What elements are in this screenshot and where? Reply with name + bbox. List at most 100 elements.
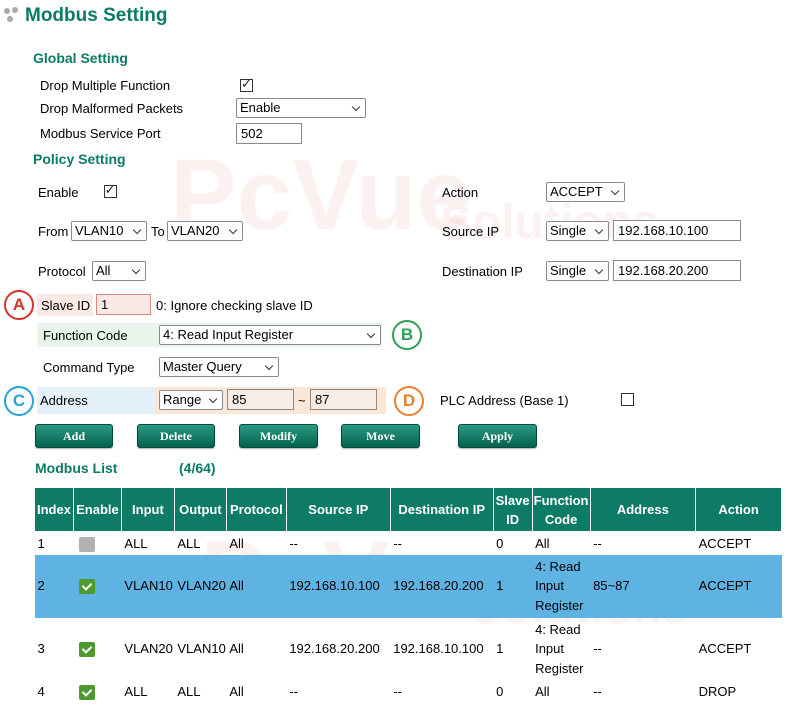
plc-address-checkbox[interactable]	[621, 393, 635, 406]
address-from-input[interactable]: 85	[227, 389, 294, 410]
cell-enable[interactable]	[73, 532, 121, 555]
column-header[interactable]: Address	[589, 487, 697, 532]
cell-output: ALL	[177, 535, 201, 551]
cell-action: ACCEPT	[698, 535, 752, 551]
cell-output: VLAN20	[174, 554, 227, 618]
table-row[interactable]: 1 ALL ALL All -- -- 0 All -- ACCEPT	[35, 532, 782, 555]
column-header[interactable]: Source IP	[285, 487, 391, 532]
action-label: Action	[442, 185, 479, 200]
source-ip-label: Source IP	[442, 224, 500, 239]
drop-malformed-label: Drop Malformed Packets	[40, 101, 184, 116]
cell-address: 85~87	[590, 554, 696, 618]
cell-action: DROP	[698, 684, 737, 700]
cell-source-ip: 192.168.10.100	[286, 554, 391, 618]
cell-protocol: All	[229, 535, 244, 551]
source-ip-mode-select[interactable]: Single	[546, 221, 609, 241]
column-header[interactable]: Function Code	[531, 487, 591, 532]
slave-id-hint: 0: Ignore checking slave ID	[156, 298, 313, 313]
drop-malformed-select[interactable]: Enable	[236, 98, 366, 118]
cell-output: ALL	[177, 684, 201, 700]
dots-icon	[4, 7, 22, 25]
cell-destination-ip: 192.168.20.200	[390, 554, 494, 618]
column-header[interactable]: Index	[34, 487, 74, 532]
destination-ip-label: Destination IP	[442, 264, 523, 279]
cell-slave-id: 0	[496, 684, 504, 700]
service-port-input[interactable]: 502	[236, 123, 302, 144]
column-header[interactable]: Enable	[72, 487, 122, 532]
slave-id-input[interactable]: 1	[96, 294, 151, 315]
cell-destination-ip: 192.168.10.100	[393, 641, 484, 657]
cell-function-code: 4: Read Input Register	[535, 621, 584, 676]
slave-id-label: Slave ID	[41, 298, 91, 313]
add-button[interactable]: Add	[35, 424, 113, 448]
cell-index: 1	[37, 535, 45, 551]
global-setting-heading: Global Setting	[33, 50, 128, 66]
checked-checkbox-icon[interactable]	[79, 579, 96, 595]
checked-checkbox-icon[interactable]	[79, 685, 96, 701]
page-title: Modbus Setting	[25, 5, 168, 26]
enable-checkbox[interactable]	[103, 182, 117, 198]
cell-slave-id: 0	[496, 535, 504, 551]
cell-destination-ip: --	[393, 535, 402, 551]
checked-checkbox-icon[interactable]	[79, 642, 96, 658]
cell-enable[interactable]	[73, 554, 122, 618]
destination-ip-input[interactable]: 192.168.20.200	[613, 260, 741, 281]
to-select[interactable]: VLAN20	[167, 221, 243, 241]
modbus-list-count: (4/64)	[179, 460, 216, 476]
address-label: Address	[40, 393, 88, 408]
cell-address: --	[593, 641, 602, 657]
cell-action: ACCEPT	[695, 554, 782, 618]
drop-multiple-function-checkbox[interactable]	[240, 76, 253, 92]
action-select[interactable]: ACCEPT	[546, 182, 625, 202]
badge-b: B	[392, 320, 422, 350]
column-header[interactable]: Input	[120, 487, 175, 532]
apply-button[interactable]: Apply	[458, 424, 537, 448]
command-type-label: Command Type	[43, 360, 135, 375]
to-label: To	[151, 224, 165, 239]
cell-input: VLAN20	[124, 641, 173, 657]
plc-address-label: PLC Address (Base 1)	[440, 393, 569, 408]
from-select[interactable]: VLAN10	[71, 221, 147, 241]
cell-source-ip: --	[289, 684, 298, 700]
cell-input: ALL	[124, 535, 148, 551]
delete-button[interactable]: Delete	[137, 424, 215, 448]
column-header[interactable]: Slave ID	[492, 487, 533, 532]
source-ip-input[interactable]: 192.168.10.100	[613, 220, 741, 241]
address-mode-select[interactable]: Range	[159, 390, 223, 410]
modbus-list-heading: Modbus List	[35, 460, 118, 476]
column-header[interactable]: Destination IP	[389, 487, 494, 532]
table-row-selected[interactable]: 2 VLAN10 VLAN20 All 192.168.10.100 192.1…	[34, 554, 782, 618]
cell-enable[interactable]	[73, 681, 121, 704]
protocol-label: Protocol	[38, 264, 86, 279]
cell-input: VLAN10	[121, 554, 175, 618]
move-button[interactable]: Move	[341, 424, 420, 448]
destination-ip-mode-select[interactable]: Single	[546, 261, 609, 281]
cell-action: ACCEPT	[698, 641, 752, 657]
cell-slave-id: 1	[496, 641, 504, 657]
disabled-checkbox-icon[interactable]	[79, 536, 96, 552]
policy-setting-heading: Policy Setting	[33, 151, 126, 167]
enable-label: Enable	[38, 185, 79, 200]
column-header[interactable]: Action	[695, 487, 782, 532]
cell-protocol: All	[229, 684, 244, 700]
address-to-input[interactable]: 87	[310, 389, 377, 410]
badge-d: D	[394, 386, 424, 416]
table-row[interactable]: 4 ALL ALL All -- -- 0 All -- DROP	[35, 681, 782, 704]
cell-destination-ip: --	[393, 684, 402, 700]
function-code-select[interactable]: 4: Read Input Register	[159, 325, 381, 345]
table-row[interactable]: 3 VLAN20 VLAN10 All 192.168.20.200 192.1…	[35, 618, 782, 681]
table-header-row: Index Enable Input Output Protocol Sourc…	[34, 487, 782, 532]
cell-address: --	[593, 535, 602, 551]
cell-source-ip: 192.168.20.200	[289, 641, 380, 657]
column-header[interactable]: Output	[173, 487, 227, 532]
modify-button[interactable]: Modify	[239, 424, 318, 448]
protocol-select[interactable]: All	[92, 261, 146, 281]
badge-a: A	[4, 290, 34, 320]
command-type-select[interactable]: Master Query	[159, 357, 279, 377]
cell-slave-id: 1	[493, 554, 533, 618]
page-header: Modbus Setting	[4, 5, 167, 27]
column-header[interactable]: Protocol	[225, 487, 287, 532]
cell-source-ip: --	[289, 535, 298, 551]
cell-index: 4	[37, 684, 45, 700]
cell-enable[interactable]	[73, 618, 121, 681]
